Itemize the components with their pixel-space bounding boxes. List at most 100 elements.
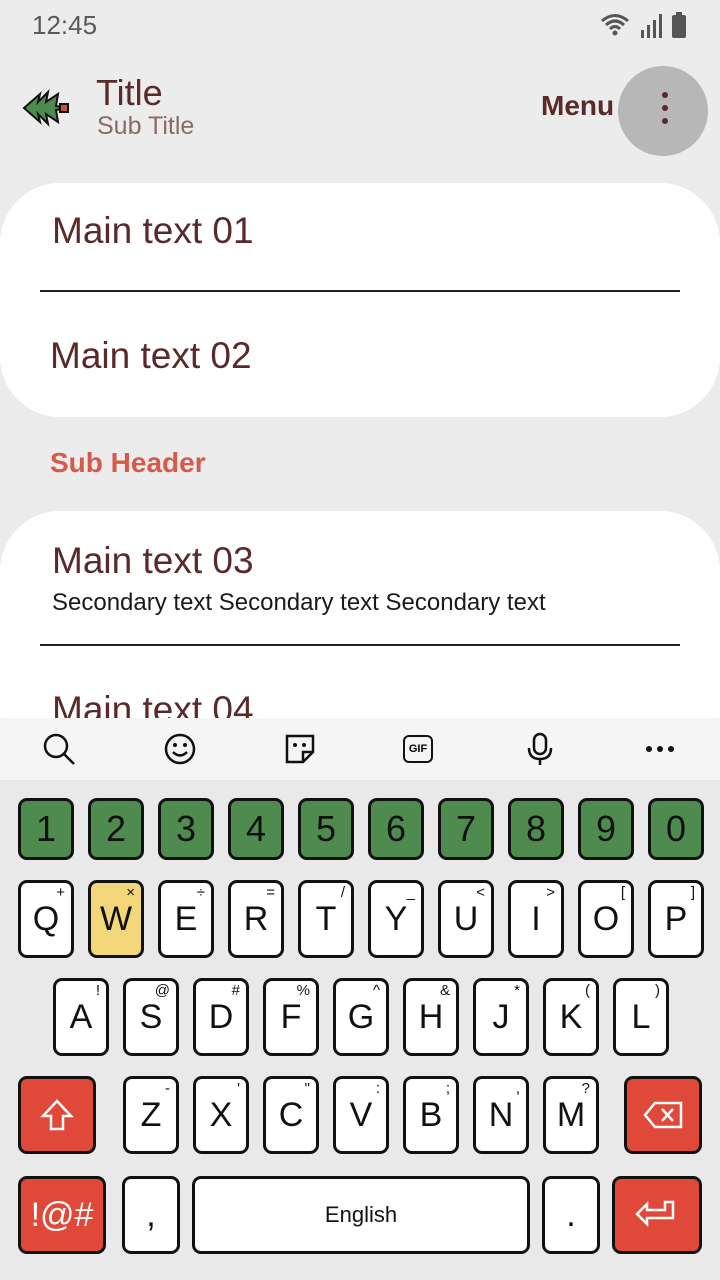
key-z[interactable]: -Z [123, 1076, 179, 1154]
mic-icon[interactable] [523, 732, 557, 766]
key-label: D [208, 997, 234, 1036]
key-label: F [280, 997, 302, 1036]
key-q[interactable]: + Q [18, 880, 74, 958]
key-hint-label: ) [655, 982, 660, 999]
key-hint-label: ; [445, 1080, 450, 1097]
shift-icon [40, 1099, 74, 1131]
key-f[interactable]: % F [263, 978, 319, 1056]
key-i[interactable]: > I [508, 880, 564, 958]
list-item-main-text-02[interactable]: Main text 02 [50, 335, 252, 377]
key-hint-label: ÷ [196, 884, 205, 901]
key-u[interactable]: < U [438, 880, 494, 958]
sub-header: Sub Header [50, 447, 206, 478]
key-h[interactable]: & H [403, 978, 459, 1056]
key-label: Q [32, 899, 60, 938]
list-card: Main text 01 Main text 02 [0, 183, 720, 417]
key-6[interactable]: 6 [368, 798, 424, 860]
key-v[interactable]: :V [333, 1076, 389, 1154]
wifi-icon [601, 14, 629, 36]
divider [40, 290, 680, 292]
key-hint-label: ! [95, 982, 100, 999]
search-icon[interactable] [42, 732, 76, 766]
list-item-main-text-03[interactable]: Main text 03 [52, 540, 254, 582]
key-9[interactable]: 9 [578, 798, 634, 860]
key-label: 3 [175, 808, 197, 849]
key-4[interactable]: 4 [228, 798, 284, 860]
more-vert-icon [662, 92, 668, 98]
key-hint-label: , [515, 1080, 520, 1097]
backspace-key[interactable] [624, 1076, 702, 1154]
key-r[interactable]: = R [228, 880, 284, 958]
key-label: R [243, 899, 269, 938]
shift-key[interactable] [18, 1076, 96, 1154]
key-n[interactable]: ,N [473, 1076, 529, 1154]
key-hint-label: " [304, 1080, 310, 1097]
key-0[interactable]: 0 [648, 798, 704, 860]
key-m[interactable]: ? M [543, 1076, 599, 1154]
key-label: T [315, 899, 337, 938]
gif-icon[interactable]: GIF [403, 735, 433, 763]
key-y[interactable]: _ Y [368, 880, 424, 958]
key-hint-label: < [476, 884, 485, 901]
battery-icon [672, 12, 686, 38]
key-hint-label: # [231, 982, 240, 999]
tree-logo-icon[interactable] [22, 84, 70, 132]
key-label: N [488, 1095, 514, 1134]
key-label: B [419, 1095, 443, 1134]
sticker-icon[interactable] [283, 732, 317, 766]
key-label: 0 [665, 808, 687, 849]
key-label: Z [140, 1095, 162, 1134]
key-t[interactable]: / T [298, 880, 354, 958]
more-options-button[interactable] [618, 66, 708, 156]
comma-key[interactable]: , [122, 1176, 180, 1254]
keyboard-toolbar: GIF [0, 718, 720, 780]
key-o[interactable]: [O [578, 880, 634, 958]
key-2[interactable]: 2 [88, 798, 144, 860]
key-b[interactable]: ; B [403, 1076, 459, 1154]
key-a[interactable]: ! A [53, 978, 109, 1056]
key-p[interactable]: ] P [648, 880, 704, 958]
list-item-main-text-01[interactable]: Main text 01 [52, 210, 254, 252]
key-label: , [146, 1195, 156, 1234]
key-label: H [418, 997, 444, 1036]
key-l[interactable]: ) L [613, 978, 669, 1056]
key-label: 6 [385, 808, 407, 849]
emoji-icon[interactable] [163, 732, 197, 766]
key-label: 2 [105, 808, 127, 849]
key-7[interactable]: 7 [438, 798, 494, 860]
key-hint-label: × [126, 884, 135, 901]
key-8[interactable]: 8 [508, 798, 564, 860]
key-label: P [664, 899, 688, 938]
key-hint-label: * [514, 982, 520, 999]
key-w[interactable]: × W [88, 880, 144, 958]
key-d[interactable]: # D [193, 978, 249, 1056]
key-hint-label: _ [406, 884, 415, 901]
enter-key[interactable] [612, 1176, 702, 1254]
space-key[interactable]: English [192, 1176, 530, 1254]
menu-button[interactable]: Menu [541, 90, 614, 122]
list-item-secondary-text: Secondary text Secondary text Secondary … [52, 589, 546, 616]
key-label: A [69, 997, 93, 1036]
key-x[interactable]: ' X [193, 1076, 249, 1154]
enter-icon [635, 1200, 675, 1228]
key-hint-label: - [165, 1080, 170, 1097]
key-label: K [559, 997, 583, 1036]
more-horiz-icon[interactable] [643, 732, 677, 766]
key-label: M [556, 1095, 586, 1134]
key-3[interactable]: 3 [158, 798, 214, 860]
key-c[interactable]: " C [263, 1076, 319, 1154]
key-j[interactable]: * J [473, 978, 529, 1056]
period-key[interactable]: . [542, 1176, 600, 1254]
symbols-key[interactable]: !@# [18, 1176, 106, 1254]
status-time: 12:45 [32, 10, 98, 40]
key-g[interactable]: ^ G [333, 978, 389, 1056]
key-e[interactable]: ÷ E [158, 880, 214, 958]
key-hint-label: > [546, 884, 555, 901]
key-hint-label: + [56, 884, 65, 901]
key-k[interactable]: (K [543, 978, 599, 1056]
divider [40, 644, 680, 646]
key-hint-label: ' [237, 1080, 240, 1097]
key-s[interactable]: @ S [123, 978, 179, 1056]
key-5[interactable]: 5 [298, 798, 354, 860]
key-1[interactable]: 1 [18, 798, 74, 860]
